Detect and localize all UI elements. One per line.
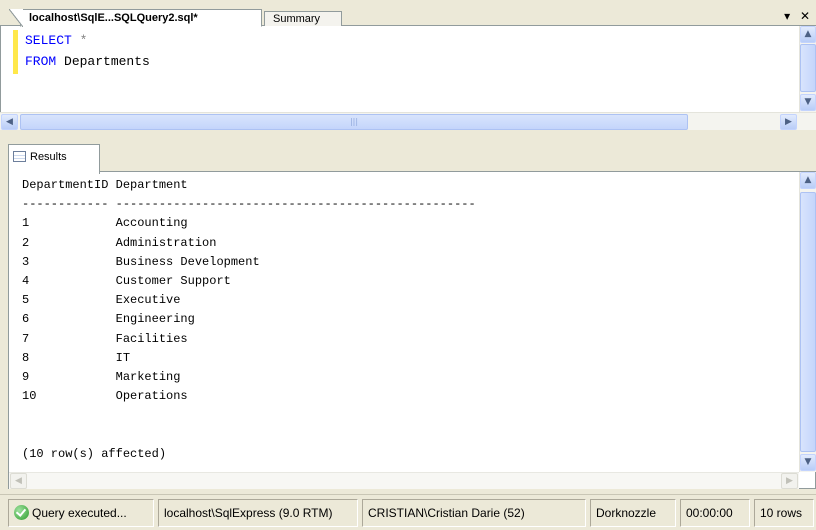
document-tabstrip: localhost\SqlE...SQLQuery2.sql* Summary … bbox=[0, 0, 816, 27]
result-row: 5 Executive bbox=[22, 293, 180, 307]
elapsed-time: 00:00:00 bbox=[680, 499, 750, 527]
scroll-thumb[interactable] bbox=[800, 44, 816, 92]
tab-results[interactable]: Results bbox=[8, 144, 100, 174]
department-name-cell: Accounting bbox=[115, 216, 188, 231]
department-id-cell: 10 bbox=[22, 389, 116, 404]
department-name-cell: Business Development bbox=[115, 254, 260, 269]
result-row: 8 IT bbox=[22, 351, 130, 365]
check-circle-icon bbox=[14, 505, 29, 520]
department-id-cell: 2 bbox=[22, 235, 116, 250]
results-scroll-up-button[interactable]: ▲ bbox=[800, 172, 816, 189]
scroll-up-button[interactable]: ▲ bbox=[800, 26, 816, 43]
status-bar: Query executed... localhost\SqlExpress (… bbox=[0, 494, 816, 530]
department-name-cell: IT bbox=[115, 350, 131, 365]
department-name-cell: Facilities bbox=[115, 331, 188, 346]
row-count: 10 rows bbox=[754, 499, 814, 527]
result-row: 1 Accounting bbox=[22, 216, 188, 230]
department-id-cell: 4 bbox=[22, 274, 116, 289]
result-row: 6 Engineering bbox=[22, 312, 195, 326]
department-name-cell: Administration bbox=[115, 235, 217, 250]
result-row: 9 Marketing bbox=[22, 370, 180, 384]
results-scroll-left-button[interactable]: ◀ bbox=[10, 473, 27, 489]
keyword-select: SELECT bbox=[25, 33, 72, 48]
from-table: Departments bbox=[56, 54, 150, 69]
result-row: 3 Business Development bbox=[22, 255, 260, 269]
rows-affected-message: (10 row(s) affected) bbox=[22, 446, 167, 461]
department-name-cell: Executive bbox=[115, 293, 181, 308]
changed-lines-marker bbox=[13, 30, 18, 74]
query-editor[interactable]: SELECT * FROM Departments ▲ ▼ bbox=[0, 26, 816, 122]
department-id-cell: 9 bbox=[22, 370, 116, 385]
select-columns: * bbox=[71, 33, 88, 48]
results-vertical-scrollbar[interactable]: ▲ ▼ bbox=[799, 172, 816, 472]
department-id-cell: 1 bbox=[22, 216, 116, 231]
results-horizontal-scrollbar[interactable]: ◀ ▶ bbox=[9, 472, 799, 489]
results-text[interactable]: DepartmentID Department ------------ ---… bbox=[22, 176, 476, 464]
scroll-right-button[interactable]: ▶ bbox=[780, 114, 797, 130]
tab-sqlquery2[interactable]: localhost\SqlE...SQLQuery2.sql* bbox=[9, 9, 262, 27]
tab-controls: ▾ ✕ bbox=[780, 9, 812, 23]
department-id-cell: 3 bbox=[22, 254, 116, 269]
department-name-cell: Operations bbox=[115, 389, 188, 404]
department-name-cell: Customer Support bbox=[115, 274, 231, 289]
results-scroll-down-button[interactable]: ▼ bbox=[800, 454, 816, 471]
scroll-left-button[interactable]: ◀ bbox=[1, 114, 18, 130]
results-rows: 1 Accounting 2 Administration 3 Business… bbox=[22, 216, 260, 403]
department-id-cell: 8 bbox=[22, 350, 116, 365]
department-id-cell: 6 bbox=[22, 312, 116, 327]
department-name-cell: Marketing bbox=[115, 370, 181, 385]
editor-horizontal-scrollbar[interactable]: ◀ ||| ▶ bbox=[0, 112, 816, 130]
tab-summary[interactable]: Summary bbox=[264, 11, 342, 27]
result-row: 2 Administration bbox=[22, 236, 216, 250]
horizontal-scroll-thumb[interactable]: ||| bbox=[20, 114, 688, 130]
server-name: localhost\SqlExpress (9.0 RTM) bbox=[158, 499, 358, 527]
editor-vertical-scrollbar[interactable]: ▲ ▼ bbox=[799, 26, 816, 112]
results-header: DepartmentID Department bbox=[22, 178, 188, 192]
results-scroll-thumb[interactable] bbox=[800, 192, 816, 452]
grid-icon bbox=[13, 151, 26, 162]
results-tabbar: Results bbox=[0, 136, 816, 174]
department-id-cell: 7 bbox=[22, 331, 116, 346]
sql-code[interactable]: SELECT * FROM Departments bbox=[25, 30, 150, 72]
database-name: Dorknozzle bbox=[590, 499, 676, 527]
result-row: 10 Operations bbox=[22, 389, 188, 403]
result-row: 4 Customer Support bbox=[22, 274, 231, 288]
query-status-text: Query executed... bbox=[32, 506, 127, 520]
window-list-dropdown-icon[interactable]: ▾ bbox=[780, 9, 794, 23]
results-scroll-right-button[interactable]: ▶ bbox=[781, 473, 798, 489]
department-name-cell: Engineering bbox=[115, 312, 195, 327]
close-document-icon[interactable]: ✕ bbox=[798, 9, 812, 23]
results-tab-label: Results bbox=[30, 151, 67, 163]
department-id-cell: 5 bbox=[22, 293, 116, 308]
result-row: 7 Facilities bbox=[22, 332, 188, 346]
query-status: Query executed... bbox=[8, 499, 154, 527]
keyword-from: FROM bbox=[25, 54, 57, 69]
results-divider: ------------ ---------------------------… bbox=[22, 197, 476, 212]
scroll-down-button[interactable]: ▼ bbox=[800, 94, 816, 111]
login-user: CRISTIAN\Cristian Darie (52) bbox=[362, 499, 586, 527]
